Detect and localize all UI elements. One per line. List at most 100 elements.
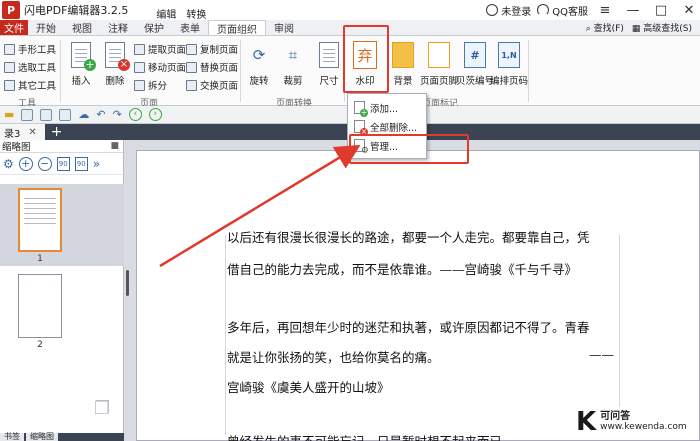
page-margin-guide xyxy=(225,235,226,435)
move-label: 移动页面 xyxy=(148,63,187,74)
replace-page-button[interactable]: 替换页面 xyxy=(186,60,238,74)
bates-glyph: # xyxy=(464,42,486,68)
find-button[interactable]: ⌕ 查找(F) xyxy=(586,21,624,34)
open-folder-icon[interactable]: ▬ xyxy=(4,108,14,121)
rotate-right-icon[interactable]: 90 xyxy=(74,156,88,171)
tab-review[interactable]: 审阅 xyxy=(266,20,302,35)
login-label: 未登录 xyxy=(501,6,532,18)
page-thumbnail-number: 1 xyxy=(37,254,43,264)
other-tools-button[interactable]: 其它工具 xyxy=(4,78,56,92)
advanced-find-button[interactable]: ▦ 高级查找(S) xyxy=(632,21,692,34)
extract-page-button[interactable]: 提取页面 xyxy=(134,42,186,56)
header-footer-button[interactable]: 页面页脚 xyxy=(420,40,458,87)
size-button[interactable]: 尺寸 xyxy=(316,40,342,87)
select-tool-label: 选取工具 xyxy=(18,63,57,74)
title-menu: 编辑 转换 xyxy=(156,6,206,21)
mail-icon[interactable] xyxy=(59,108,72,121)
insert-page-icon: + xyxy=(68,40,96,71)
page-margin-guide xyxy=(619,235,620,435)
save-icon[interactable] xyxy=(21,108,34,121)
minimize-button[interactable]: — xyxy=(622,3,644,18)
header-footer-icon xyxy=(426,40,452,70)
watermark-add-item[interactable]: 添加... xyxy=(348,98,426,117)
bates-number-button[interactable]: # 贝茨编号 xyxy=(456,40,494,87)
tab-form[interactable]: 表单 xyxy=(172,20,208,35)
undo-icon[interactable]: ↶ xyxy=(96,108,105,121)
document-line: 就是让你张扬的笑，也给你莫名的痛。 xyxy=(227,350,440,365)
document-tab[interactable]: 录3 ✕ xyxy=(0,124,45,140)
insert-button[interactable]: + 插入 xyxy=(68,40,96,87)
tab-annotate[interactable]: 注释 xyxy=(100,20,136,35)
hand-tool-label: 手形工具 xyxy=(18,45,57,56)
settings-icon[interactable]: ⚙ xyxy=(3,157,14,171)
split-icon xyxy=(134,79,145,91)
watermark-delete-all-item[interactable]: 全部删除... xyxy=(348,117,426,136)
tabs-right: ⌕ 查找(F) ▦ 高级查找(S) xyxy=(586,20,700,35)
rotate-button[interactable]: ⟳ 旋转 xyxy=(246,40,272,87)
ribbon-tabs: 文件 开始 视图 注释 保护 表单 页面组织 审阅 ⌕ 查找(F) ▦ 高级查找… xyxy=(0,20,700,36)
thumbnails-tab[interactable]: 缩略图 xyxy=(26,433,58,441)
watermark-icon: 弃 xyxy=(352,40,378,70)
cloud-icon[interactable]: ☁ xyxy=(78,108,89,121)
separator xyxy=(60,40,61,102)
page-thumbnail-2[interactable] xyxy=(18,274,62,338)
tab-protect[interactable]: 保护 xyxy=(136,20,172,35)
page-number-button[interactable]: 1,N 编排页码 xyxy=(490,40,528,87)
close-panel-icon[interactable]: ■ xyxy=(110,141,123,151)
delete-page-icon: × xyxy=(102,40,130,71)
login-button[interactable]: 未登录 xyxy=(486,3,531,18)
tab-view[interactable]: 视图 xyxy=(64,20,100,35)
pages-icon: ❐ xyxy=(94,398,111,419)
site-url: www.kewenda.com xyxy=(600,422,687,432)
qq-support-button[interactable]: QQ客服 xyxy=(537,3,588,18)
swap-page-button[interactable]: 交换页面 xyxy=(186,78,238,92)
tab-page-organize[interactable]: 页面组织 xyxy=(208,20,266,36)
watermark-manage-item[interactable]: 管理... xyxy=(348,136,426,156)
separator xyxy=(344,40,345,102)
copy-page-button[interactable]: 复制页面 xyxy=(186,42,238,56)
back-icon[interactable]: ‹ xyxy=(128,108,142,121)
print-icon[interactable] xyxy=(40,108,53,121)
background-button[interactable]: 背景 xyxy=(390,40,416,87)
hand-tool-button[interactable]: 手形工具 xyxy=(4,42,56,56)
menu-edit[interactable]: 编辑 xyxy=(156,6,176,21)
swap-label: 交换页面 xyxy=(200,81,239,92)
panel-splitter[interactable] xyxy=(126,270,129,296)
watermark-button[interactable]: 弃 水印 xyxy=(352,40,378,87)
close-tab-icon[interactable]: ✕ xyxy=(28,127,36,138)
add-watermark-icon xyxy=(354,101,368,117)
delete-button[interactable]: × 删除 xyxy=(102,40,130,87)
tab-start[interactable]: 开始 xyxy=(28,20,64,35)
forward-icon[interactable]: › xyxy=(148,108,162,121)
menu-icon[interactable]: ≡ xyxy=(594,3,616,18)
rotate-left-icon[interactable]: 90 xyxy=(56,156,70,171)
extract-icon xyxy=(134,43,145,55)
document-page: 以后还有很漫长很漫长的路途，都要一个人走完。都要靠自己，凭 借自己的能力去完成，… xyxy=(136,150,700,441)
page-thumbnail-1[interactable] xyxy=(18,188,62,252)
select-tool-button[interactable]: 选取工具 xyxy=(4,60,56,74)
advanced-find-label: 高级查找(S) xyxy=(643,24,692,34)
document-tab-title: 录3 xyxy=(4,128,21,140)
maximize-button[interactable]: □ xyxy=(650,3,672,18)
split-button[interactable]: 拆分 xyxy=(134,78,167,92)
document-line: 多年后，再回想年少时的迷茫和执著，或许原因都记不得了。青春 xyxy=(227,320,590,335)
zoom-in-icon[interactable]: + xyxy=(18,156,33,171)
menu-convert[interactable]: 转换 xyxy=(186,6,206,21)
more-icon[interactable]: » xyxy=(93,157,100,171)
move-page-button[interactable]: 移动页面 xyxy=(134,60,186,74)
close-button[interactable]: ✕ xyxy=(678,3,700,18)
redo-icon[interactable]: ↷ xyxy=(113,108,122,121)
crop-button[interactable]: ⌗ 裁剪 xyxy=(280,40,306,87)
advanced-search-icon: ▦ xyxy=(631,24,641,34)
page-number-glyph: 1,N xyxy=(498,42,520,68)
page-number-icon: 1,N xyxy=(496,40,522,70)
thumbnail-panel-header: 缩略图 ■ xyxy=(0,140,123,153)
add-tab-icon[interactable]: + xyxy=(51,124,63,140)
zoom-out-icon[interactable]: − xyxy=(37,156,52,171)
tab-file[interactable]: 文件 xyxy=(0,20,28,35)
app-title: 闪电PDF编辑器3.2.5 xyxy=(24,4,129,17)
bookmarks-tab[interactable]: 书签 xyxy=(0,433,24,441)
move-icon xyxy=(134,61,145,73)
watermark-label: 水印 xyxy=(355,76,375,87)
bates-label: 贝茨编号 xyxy=(456,76,495,87)
